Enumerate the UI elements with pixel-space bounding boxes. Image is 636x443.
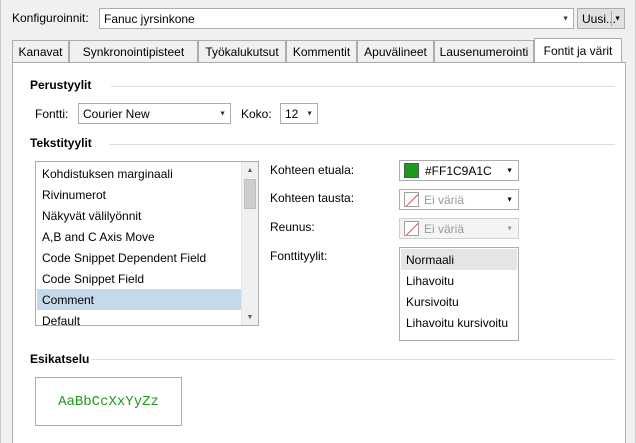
vertical-scrollbar[interactable]: ▲ ▼ xyxy=(241,162,258,325)
foreground-color-select[interactable]: #FF1C9A1C ▼ xyxy=(399,160,519,181)
config-select-value: Fanuc jyrsinkone xyxy=(104,11,195,26)
font-styles-label: Fonttityylit: xyxy=(270,249,328,263)
font-style-item[interactable]: Lihavoitu kursivoitu xyxy=(401,312,517,333)
list-item[interactable]: A,B and C Axis Move xyxy=(37,226,241,247)
split-divider xyxy=(611,11,612,26)
config-label: Konfiguroinnit: xyxy=(12,11,89,25)
background-color-select[interactable]: Ei väriä ▼ xyxy=(399,189,519,210)
text-styles-list[interactable]: Kohdistuksen marginaali Rivinumerot Näky… xyxy=(35,161,259,326)
basic-styles-heading: Perustyylit xyxy=(30,78,92,92)
border-color-value: Ei väriä xyxy=(424,221,465,236)
font-style-item[interactable]: Kursivoitu xyxy=(401,291,517,312)
no-color-icon xyxy=(404,221,419,236)
new-config-button[interactable]: Uusi... ▼ xyxy=(577,8,625,29)
list-item[interactable]: Näkyvät välilyönnit xyxy=(37,205,241,226)
list-item[interactable]: Default xyxy=(37,310,241,326)
chevron-down-icon: ▼ xyxy=(506,225,513,232)
no-color-icon xyxy=(404,192,419,207)
preview-sample: AaBbCcXxYyZz xyxy=(35,377,182,426)
size-select[interactable]: 12 ▼ xyxy=(280,103,318,124)
list-item[interactable]: Comment xyxy=(37,289,241,310)
scrollbar-thumb[interactable] xyxy=(244,179,256,209)
chevron-down-icon: ▼ xyxy=(506,196,513,203)
font-styles-list[interactable]: Normaali Lihavoitu Kursivoitu Lihavoitu … xyxy=(399,247,519,341)
list-item[interactable]: Kohdistuksen marginaali xyxy=(37,163,241,184)
chevron-down-icon[interactable]: ▼ xyxy=(614,15,621,22)
scroll-up-icon[interactable]: ▲ xyxy=(242,162,258,178)
tab-fontit-ja-varit[interactable]: Fontit ja värit xyxy=(534,38,622,62)
tab-apuvalineet[interactable]: Apuvälineet xyxy=(357,40,434,62)
font-style-item[interactable]: Normaali xyxy=(401,249,517,270)
tab-kanavat[interactable]: Kanavat xyxy=(12,40,69,62)
size-label: Koko: xyxy=(241,107,272,121)
chevron-down-icon: ▼ xyxy=(562,15,569,22)
preview-heading: Esikatselu xyxy=(30,352,90,366)
list-item[interactable]: Code Snippet Dependent Field xyxy=(37,247,241,268)
section-divider xyxy=(91,359,615,360)
tab-kommentit[interactable]: Kommentit xyxy=(286,40,357,62)
tab-lausenumerointi[interactable]: Lausenumerointi xyxy=(434,40,534,62)
chevron-down-icon: ▼ xyxy=(219,110,226,117)
color-swatch xyxy=(404,163,419,178)
border-label: Reunus: xyxy=(270,220,315,234)
background-color-value: Ei väriä xyxy=(424,192,465,207)
font-style-item[interactable]: Lihavoitu xyxy=(401,270,517,291)
chevron-down-icon: ▼ xyxy=(306,110,313,117)
foreground-color-value: #FF1C9A1C xyxy=(425,163,492,178)
font-label: Fontti: xyxy=(35,107,69,121)
foreground-label: Kohteen etuala: xyxy=(270,163,355,177)
section-divider xyxy=(109,144,615,145)
font-select[interactable]: Courier New ▼ xyxy=(78,103,231,124)
config-select[interactable]: Fanuc jyrsinkone ▼ xyxy=(99,8,574,29)
text-styles-heading: Tekstityylit xyxy=(30,136,92,150)
list-item[interactable]: Code Snippet Field xyxy=(37,268,241,289)
section-divider xyxy=(111,86,615,87)
background-label: Kohteen tausta: xyxy=(270,191,355,205)
font-select-value: Courier New xyxy=(83,106,150,121)
scroll-down-icon[interactable]: ▼ xyxy=(242,309,258,325)
list-item[interactable]: Rivinumerot xyxy=(37,184,241,205)
size-select-value: 12 xyxy=(285,106,299,121)
tab-synkronointipisteet[interactable]: Synkronointipisteet xyxy=(69,40,198,62)
chevron-down-icon: ▼ xyxy=(506,167,513,174)
tab-tyokalukutsut[interactable]: Työkalukutsut xyxy=(198,40,286,62)
border-color-select: Ei väriä ▼ xyxy=(399,218,519,239)
